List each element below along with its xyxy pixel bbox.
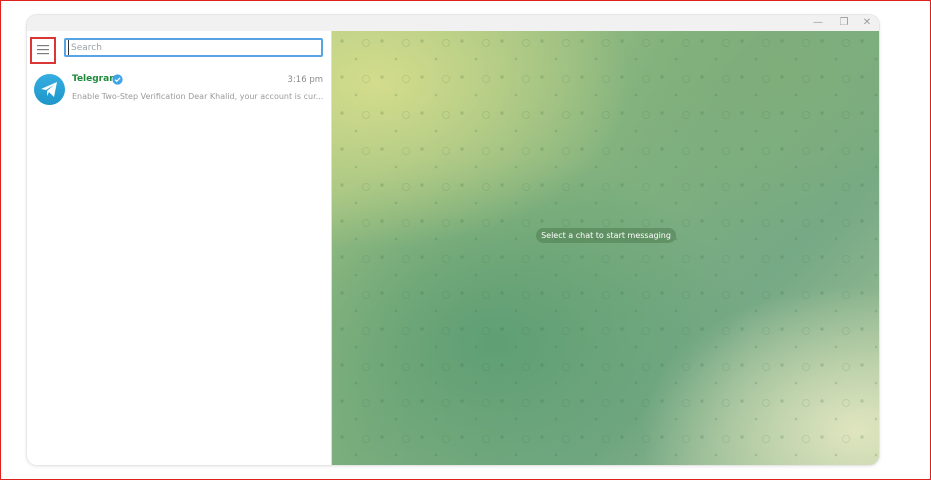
search-field[interactable] [64,38,323,57]
paper-plane-icon [41,82,57,97]
title-bar: — ❐ ✕ [27,15,879,31]
chat-message-preview: Enable Two-Step Verification Dear Khalid… [72,92,324,101]
telegram-window: — ❐ ✕ Telegram 3:16 pm [27,15,879,465]
hamburger-menu-icon [37,45,49,55]
minimize-button[interactable]: — [808,16,828,30]
verified-badge-icon [112,74,123,85]
close-button[interactable]: ✕ [857,16,877,30]
search-input[interactable] [68,40,323,55]
main-menu-button[interactable] [30,37,56,64]
chat-list-item[interactable]: Telegram 3:16 pm Enable Two-Step Verific… [27,70,331,118]
chat-list-sidebar: Telegram 3:16 pm Enable Two-Step Verific… [27,31,332,465]
maximize-button[interactable]: ❐ [834,16,854,30]
empty-chat-message: Select a chat to start messaging [536,228,676,243]
chat-timestamp: 3:16 pm [287,75,323,85]
doodle-pattern [332,31,879,465]
avatar [34,74,65,105]
chat-background-area: Select a chat to start messaging [332,31,879,465]
